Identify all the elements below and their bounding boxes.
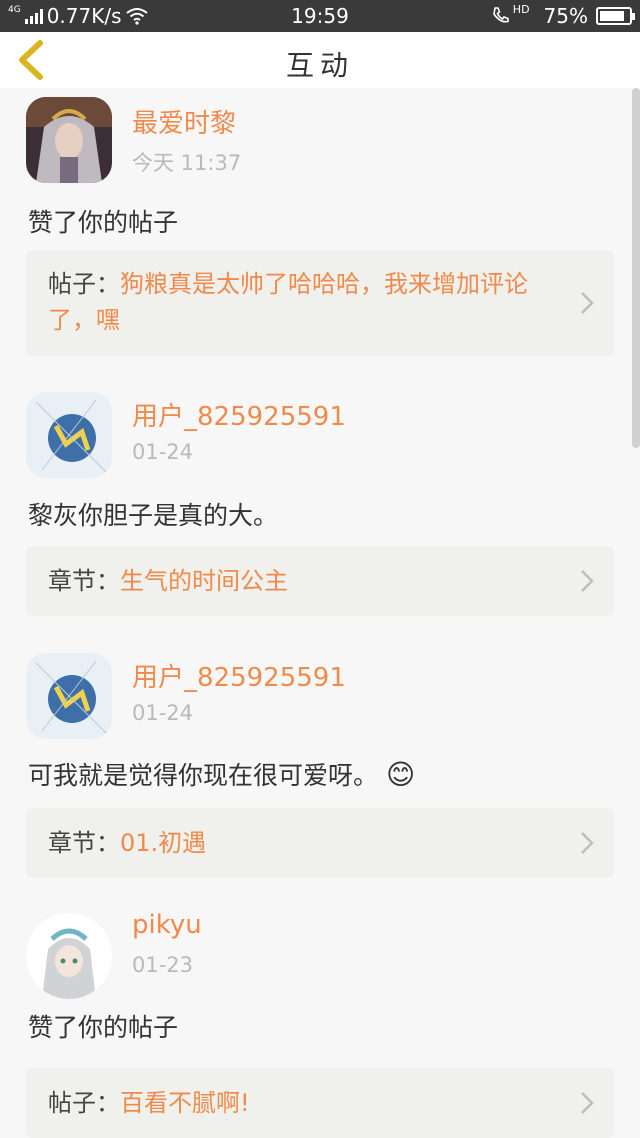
timestamp: 01-24	[132, 440, 194, 464]
smile-emoji-icon: 😊	[385, 758, 416, 791]
timestamp: 今天 11:37	[132, 151, 242, 175]
timestamp: 01-24	[132, 701, 194, 725]
ref-label: 章节：	[48, 567, 120, 595]
list-item: 用户_825925591 01-24 黎灰你胆子是真的大。 章节：生气的时间公主	[0, 378, 640, 638]
user-name[interactable]: 用户_825925591	[132, 657, 346, 694]
user-name[interactable]: 用户_825925591	[132, 396, 346, 433]
message-text: 可我就是觉得你现在很可爱呀。 😊	[28, 758, 416, 791]
message-text: 赞了你的帖子	[28, 208, 179, 237]
battery-icon	[596, 7, 635, 25]
ref-label: 帖子：	[48, 1089, 120, 1117]
battery-percent: 75%	[543, 4, 588, 28]
ref-label: 帖子：	[48, 270, 120, 298]
avatar[interactable]	[26, 97, 112, 183]
ref-content: 百看不腻啊!	[120, 1089, 250, 1117]
message-text: 赞了你的帖子	[28, 1013, 179, 1042]
chapter-reference[interactable]: 章节：生气的时间公主	[26, 546, 614, 616]
post-reference[interactable]: 帖子：百看不腻啊!	[26, 1068, 614, 1138]
hd-call-icon	[492, 7, 509, 23]
user-name[interactable]: pikyu	[132, 910, 202, 940]
ref-content: 狗粮真是太帅了哈哈哈，我来增加评论了，嘿	[48, 270, 528, 334]
ref-label: 章节：	[48, 829, 120, 857]
message-text: 黎灰你胆子是真的大。	[28, 501, 279, 530]
post-reference[interactable]: 帖子：狗粮真是太帅了哈哈哈，我来增加评论了，嘿	[26, 250, 614, 356]
timestamp: 01-23	[132, 953, 194, 977]
chevron-right-icon	[581, 292, 594, 314]
list-item: 用户_825925591 01-24 可我就是觉得你现在很可爱呀。 😊 章节：0…	[0, 638, 640, 900]
ref-content: 生气的时间公主	[120, 567, 288, 595]
avatar[interactable]	[26, 392, 112, 478]
list-item: pikyu 01-23 赞了你的帖子 帖子：百看不腻啊!	[0, 900, 640, 1138]
hd-label: HD	[512, 3, 530, 16]
avatar[interactable]	[26, 653, 112, 739]
ref-content: 01.初遇	[120, 829, 207, 857]
avatar[interactable]	[26, 913, 112, 999]
user-name[interactable]: 最爱时黎	[132, 103, 236, 140]
chevron-right-icon	[581, 570, 594, 592]
interaction-list[interactable]: 最爱时黎 今天 11:37 赞了你的帖子 帖子：狗粮真是太帅了哈哈哈，我来增加评…	[0, 88, 640, 1138]
status-bar: 4G 0.77K/s 19:59 HD 75%	[0, 0, 640, 32]
list-item: 最爱时黎 今天 11:37 赞了你的帖子 帖子：狗粮真是太帅了哈哈哈，我来增加评…	[0, 88, 640, 378]
nav-bar: 互动	[0, 32, 640, 88]
chapter-reference[interactable]: 章节：01.初遇	[26, 808, 614, 878]
scrollbar[interactable]	[632, 88, 640, 448]
chevron-right-icon	[581, 832, 594, 854]
chevron-right-icon	[581, 1092, 594, 1114]
page-title: 互动	[285, 49, 354, 82]
